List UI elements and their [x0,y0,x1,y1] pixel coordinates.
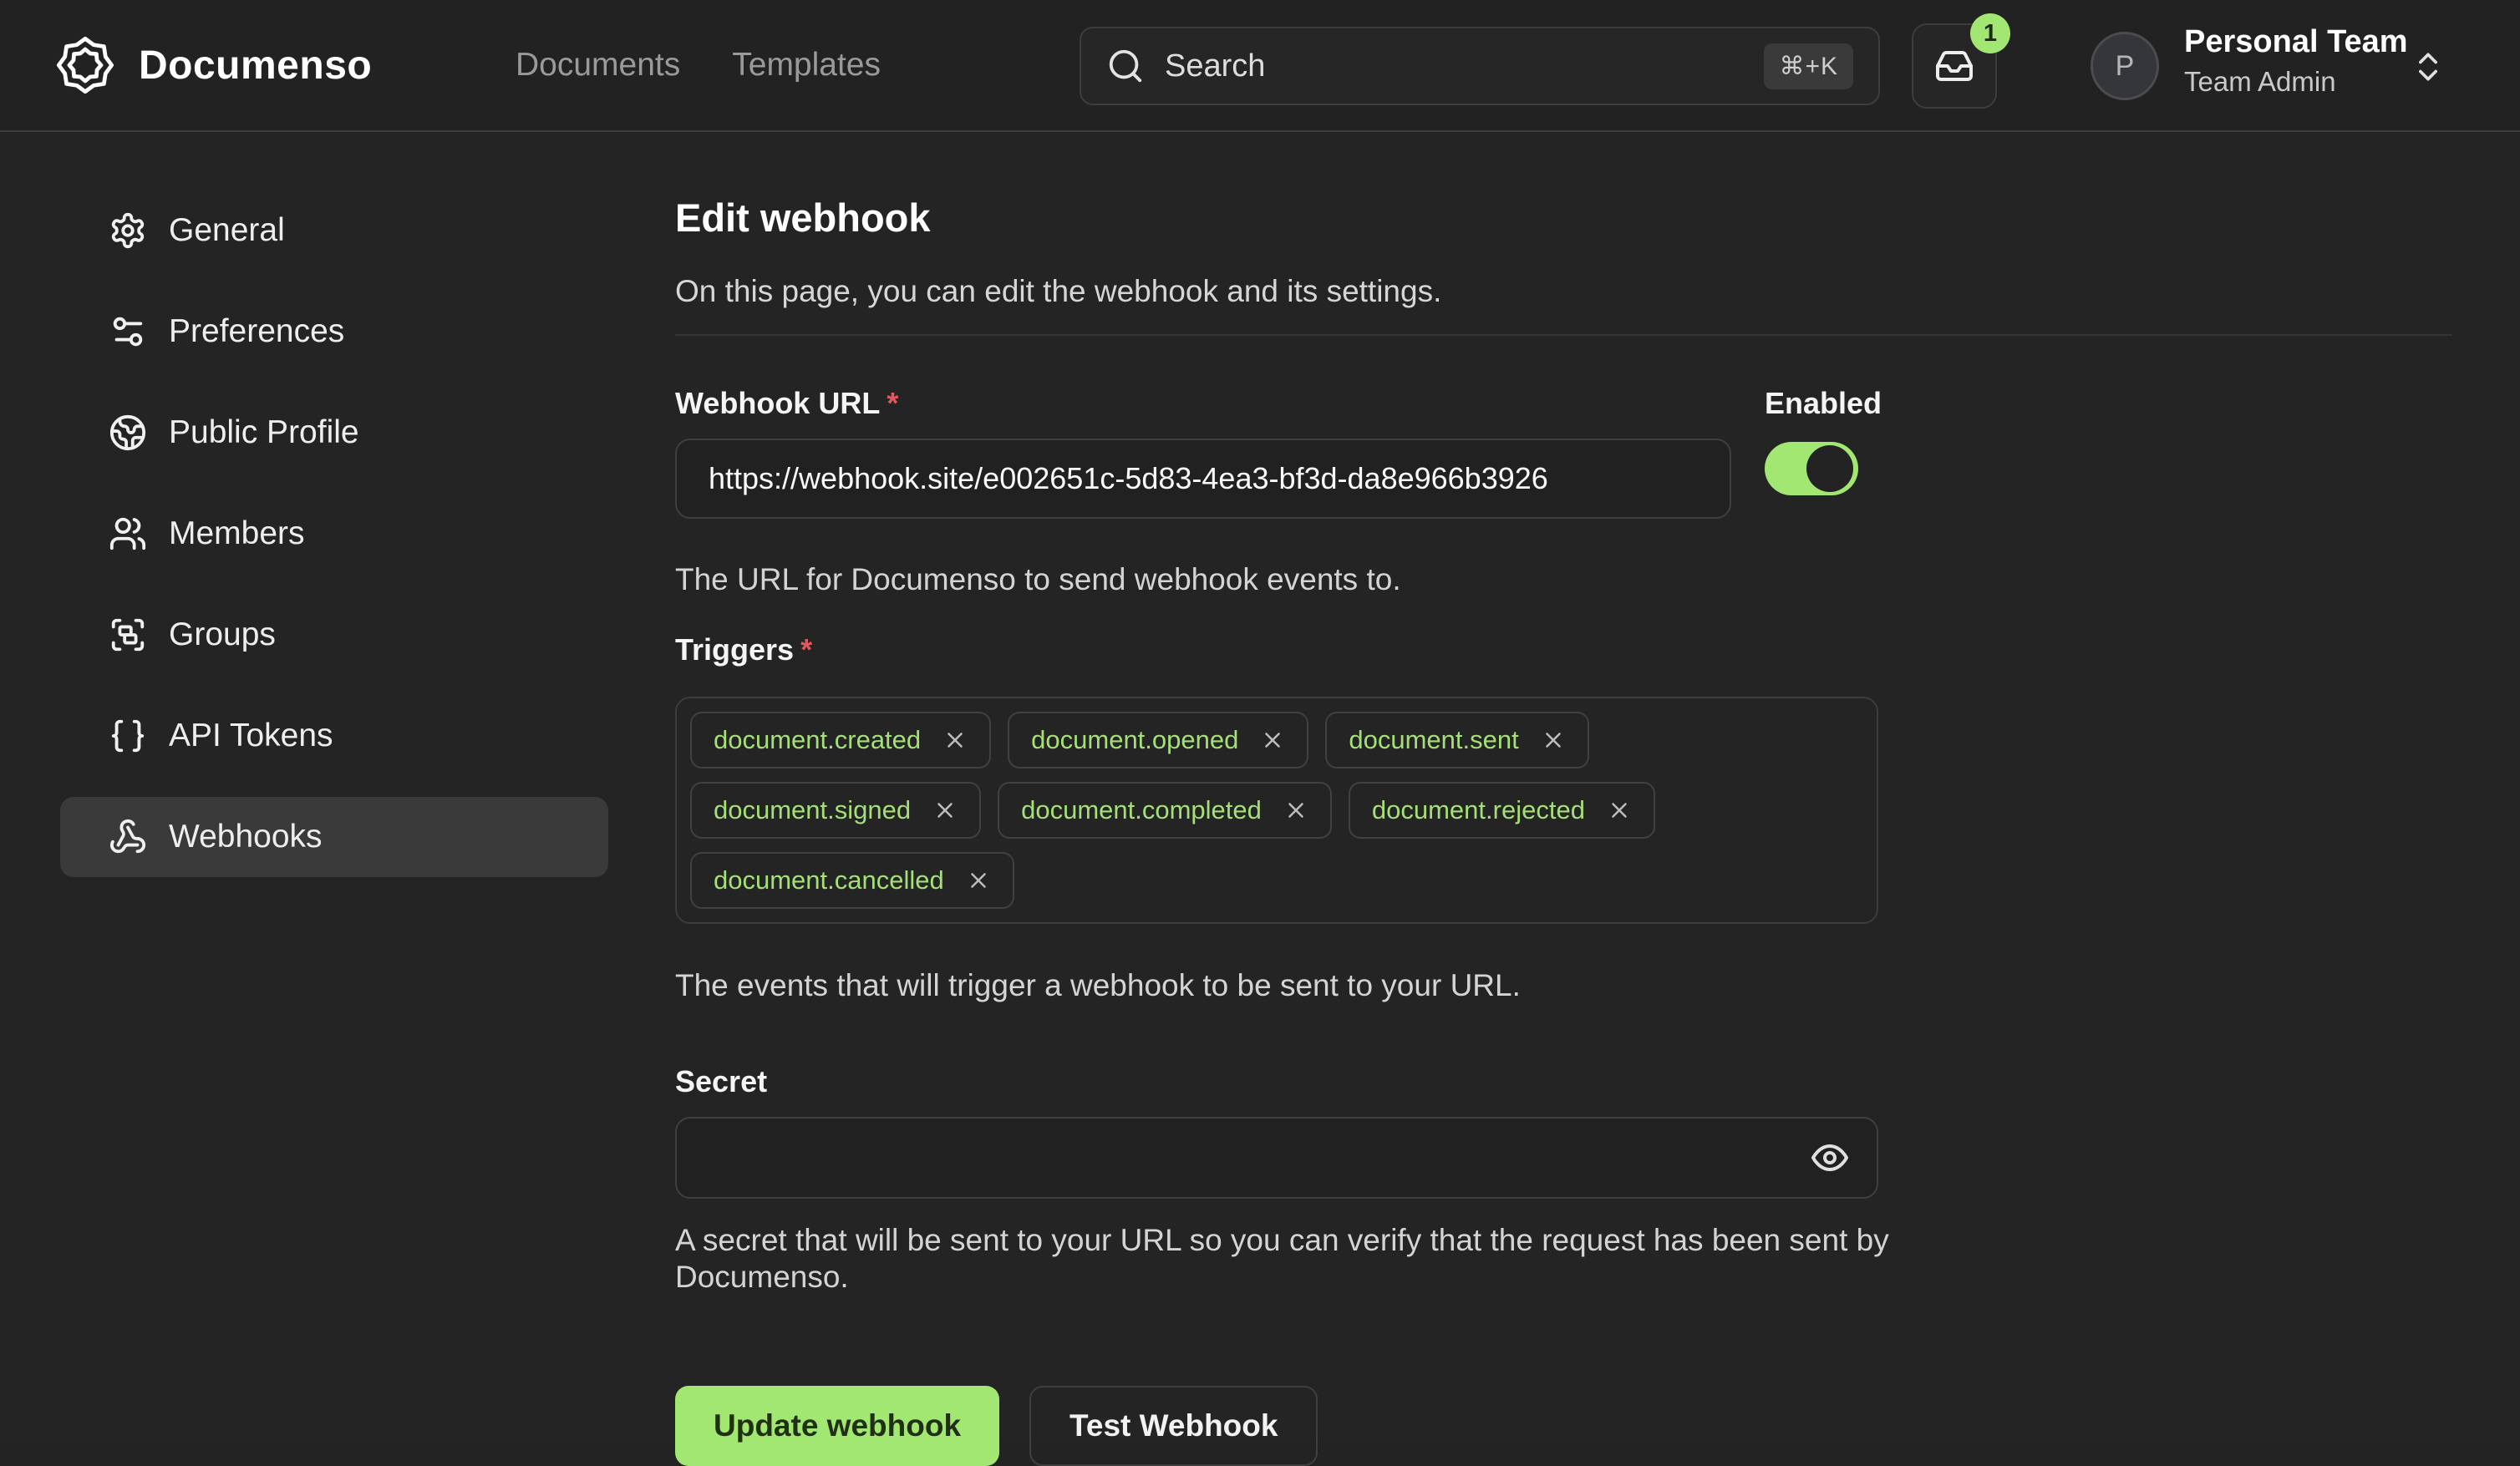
trigger-chip: document.signed [690,782,981,839]
sidebar-item-label: Webhooks [169,819,323,855]
trigger-chip-label: document.cancelled [714,865,944,895]
brand-logo[interactable]: Documenso [53,33,372,97]
nav-templates[interactable]: Templates [732,47,881,84]
header: Documenso Documents Templates ⌘+K 1 P Pe… [0,0,2520,132]
test-webhook-button[interactable]: Test Webhook [1029,1386,1318,1466]
edit-webhook-page: Edit webhook On this page, you can edit … [675,198,2520,1466]
trigger-chip: document.sent [1325,712,1588,769]
chevrons-up-down-icon[interactable] [2410,48,2446,85]
webhook-form: Enabled Webhook URL* The URL for Documen… [675,387,2520,1466]
sidebar-item-webhooks[interactable]: Webhooks [60,797,608,877]
enabled-toggle[interactable] [1765,442,1858,495]
required-asterisk: * [887,386,898,420]
inbox-button[interactable]: 1 [1912,23,1997,109]
sidebar-item-api-tokens[interactable]: API Tokens [60,696,608,776]
team-role: Team Admin [2184,65,2408,99]
enabled-label: Enabled [1765,387,1882,420]
section-divider [675,334,2452,336]
trigger-chip-label: document.sent [1349,725,1518,755]
sidebar-item-general[interactable]: General [60,190,608,271]
sidebar-item-groups[interactable]: Groups [60,595,608,675]
page-description: On this page, you can edit the webhook a… [675,273,2520,310]
avatar[interactable]: P [2091,32,2159,100]
top-navigation: Documents Templates [516,0,881,130]
triggers-label-text: Triggers [675,632,794,667]
chip-remove-icon[interactable] [1283,798,1308,823]
inbox-icon [1934,46,1974,86]
sidebar-item-preferences[interactable]: Preferences [60,292,608,372]
chip-remove-icon[interactable] [942,728,968,753]
secret-helper: A secret that will be sent to your URL s… [675,1222,1954,1296]
inbox-count-badge: 1 [1970,13,2010,53]
sidebar-item-public-profile[interactable]: Public Profile [60,393,608,473]
trigger-chip-label: document.rejected [1372,795,1585,825]
settings-sidebar: General Preferences Public Profile Membe… [60,190,608,898]
globe-icon [109,413,147,452]
trigger-chip: document.created [690,712,991,769]
triggers-label: Triggers* [675,633,2520,667]
toggle-knob [1806,445,1853,492]
webhook-url-input[interactable] [675,439,1731,519]
sidebar-item-label: Preferences [169,313,344,350]
chip-remove-icon[interactable] [932,798,958,823]
sidebar-item-label: Members [169,515,305,552]
secret-input[interactable] [675,1117,1878,1199]
triggers-multiselect[interactable]: document.created document.opened documen… [675,697,1878,924]
webhook-url-label: Webhook URL* [675,387,2520,420]
chip-remove-icon[interactable] [1260,728,1285,753]
triggers-helper: The events that will trigger a webhook t… [675,967,2520,1004]
secret-label: Secret [675,1065,2520,1098]
update-webhook-button[interactable]: Update webhook [675,1386,999,1466]
trigger-chip-label: document.opened [1031,725,1238,755]
sliders-icon [109,312,147,351]
eye-icon[interactable] [1810,1138,1850,1178]
page-title: Edit webhook [675,198,2520,237]
chip-remove-icon[interactable] [966,868,991,893]
trigger-chip: document.cancelled [690,852,1014,909]
nav-documents[interactable]: Documents [516,47,680,84]
search-bar[interactable]: ⌘+K [1080,27,1880,105]
users-icon [109,515,147,553]
search-icon [1106,47,1145,85]
search-input[interactable] [1165,48,1744,84]
gear-icon [109,211,147,250]
webhook-url-helper: The URL for Documenso to send webhook ev… [675,561,2520,598]
chip-remove-icon[interactable] [1541,728,1566,753]
trigger-chip-label: document.created [714,725,921,755]
sidebar-item-label: General [169,212,285,249]
form-actions: Update webhook Test Webhook [675,1386,2520,1466]
trigger-chip-label: document.completed [1021,795,1262,825]
trigger-chip-label: document.signed [714,795,911,825]
search-shortcut-badge: ⌘+K [1764,43,1853,89]
trigger-chip: document.opened [1008,712,1308,769]
secret-field [675,1117,1878,1199]
trigger-chip: document.rejected [1349,782,1655,839]
sidebar-item-members[interactable]: Members [60,494,608,574]
sidebar-item-label: API Tokens [169,718,333,754]
enabled-field: Enabled [1765,387,1882,495]
webhook-icon [109,818,147,856]
webhook-url-label-text: Webhook URL [675,386,880,420]
avatar-initial: P [2116,50,2135,83]
brand-name: Documenso [139,43,372,89]
documenso-app: Documenso Documents Templates ⌘+K 1 P Pe… [0,0,2520,1438]
chip-remove-icon[interactable] [1607,798,1632,823]
group-icon [109,616,147,654]
braces-icon [109,717,147,755]
trigger-chip: document.completed [998,782,1332,839]
team-switcher[interactable]: Personal Team Team Admin [2184,23,2408,98]
team-name: Personal Team [2184,23,2408,62]
sidebar-item-label: Public Profile [169,414,359,451]
required-asterisk: * [800,632,812,667]
documenso-logo-icon [53,33,117,97]
sidebar-item-label: Groups [169,616,276,653]
